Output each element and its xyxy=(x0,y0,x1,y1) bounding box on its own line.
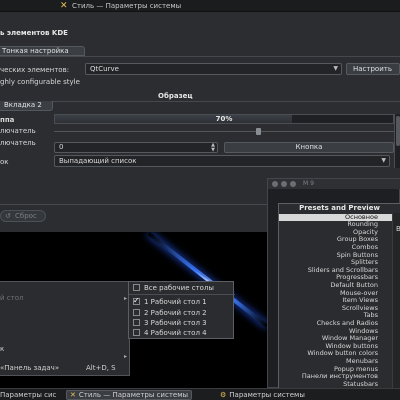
menu-item[interactable]: к xyxy=(0,345,4,353)
menu-item-label: й стол xyxy=(0,294,24,302)
tab-2[interactable]: Вкладка 2 xyxy=(0,101,53,111)
spin-box[interactable]: 0 ▲ ▼ xyxy=(54,142,218,153)
close-window-button[interactable] xyxy=(272,181,278,187)
menu-item-desktop-4[interactable]: 4 Рабочий стол 4 xyxy=(133,328,207,338)
widget-style-combo[interactable]: QtCurve ▼ xyxy=(85,63,342,75)
menu-item-desktop-2[interactable]: 2 Рабочий стол 2 xyxy=(133,308,207,318)
presets-list: Presets and Preview Основное Rounding Opac… xyxy=(278,203,400,400)
tab-fine-tuning[interactable]: Тонкая настройка xyxy=(0,46,85,56)
side-label: В xyxy=(396,225,400,233)
taskbar-item-label: Стиль — Параметры системы xyxy=(78,391,189,399)
preview-divider xyxy=(0,101,400,102)
menu-item-label: 3 Рабочий стол 3 xyxy=(144,319,207,327)
configure-button[interactable]: Настроить xyxy=(346,63,400,75)
config-title: M 9 xyxy=(303,180,314,187)
chevron-right-icon: ▸ xyxy=(123,353,127,360)
checkbox-icon xyxy=(133,328,140,336)
config-title-bar[interactable]: M 9 xyxy=(268,179,400,189)
menu-separator xyxy=(129,294,235,295)
maximize-window-button[interactable] xyxy=(290,181,296,187)
taskbar-item-settings[interactable]: Параметры сис xyxy=(0,390,56,400)
widget-style-label: ческих элементов: xyxy=(0,66,70,74)
combo-label: ок xyxy=(0,158,9,166)
taskbar: Параметры сис ✕ Стиль — Параметры системы… xyxy=(0,388,400,400)
chevron-down-icon: ▼ xyxy=(381,157,386,164)
taskbar-item-system-settings[interactable]: ⚙ Параметры системы xyxy=(220,390,305,400)
menu-item-label: Все рабочие столы xyxy=(144,284,214,292)
menu-item-label: к xyxy=(0,345,5,353)
preview-title: Образец xyxy=(158,92,193,100)
slider-track[interactable] xyxy=(54,131,394,132)
section-heading: ь элементов KDE xyxy=(0,29,68,37)
settings-app-icon: ⚙ xyxy=(220,391,227,399)
minimize-window-button[interactable] xyxy=(281,181,287,187)
tab-divider xyxy=(0,56,400,57)
bottom-divider xyxy=(0,204,270,205)
taskbar-item-style[interactable]: ✕ Стиль — Параметры системы xyxy=(66,390,193,400)
menu-item-label: «Панель задач» xyxy=(0,364,60,372)
scrollbar-thumb[interactable] xyxy=(396,116,400,146)
checkbox-icon xyxy=(133,308,140,316)
chevron-down-icon: ▼ xyxy=(333,65,338,72)
desktops-submenu: Все рабочие столы 1 Рабочий стол 1 2 Раб… xyxy=(128,281,235,339)
menu-item-taskbar[interactable]: «Панель задач» xyxy=(0,364,59,372)
preset-item[interactable]: Основное xyxy=(279,213,400,222)
preview-scrollbar[interactable] xyxy=(394,114,400,168)
reset-icon: ↺ xyxy=(5,212,11,220)
group-box-label: ппа xyxy=(0,116,15,124)
taskbar-item-label: Параметры системы xyxy=(229,391,305,399)
checkbox-icon xyxy=(133,318,140,326)
push-button[interactable]: Кнопка xyxy=(224,142,394,153)
dropdown-combo[interactable]: Выпадающий список ▼ xyxy=(54,155,390,167)
dropdown-value: Выпадающий список xyxy=(59,157,137,165)
checkmark-icon xyxy=(133,296,140,306)
taskbar-item-label: Параметры сис xyxy=(0,391,57,399)
progress-bar: 70% xyxy=(54,114,394,124)
chevron-right-icon: ▸ xyxy=(123,295,127,302)
presets-scrollbar[interactable] xyxy=(392,213,400,390)
widget-style-value: QtCurve xyxy=(90,65,119,73)
style-description: ghly configurable style xyxy=(0,78,80,86)
menu-item-label: 2 Рабочий стол 2 xyxy=(144,309,207,317)
context-menu: й стол ▸ к ▸ «Панель задач» Alt+D, S xyxy=(0,281,130,376)
progress-text: 70% xyxy=(215,115,233,123)
reset-label: Сброс xyxy=(15,212,37,220)
spin-arrows-icon[interactable]: ▲ ▼ xyxy=(211,143,215,153)
menu-shortcut: Alt+D, S xyxy=(86,364,116,372)
menu-item-desktop-3[interactable]: 3 Рабочий стол 3 xyxy=(133,318,207,328)
radio-button-2[interactable]: лючатель xyxy=(0,139,36,147)
reset-button[interactable]: ↺ Сброс xyxy=(0,210,46,222)
menu-item-desktop[interactable]: й стол xyxy=(0,294,23,302)
menu-item-desktop-1[interactable]: 1 Рабочий стол 1 xyxy=(133,296,207,307)
checkbox-icon xyxy=(133,283,140,291)
slider-handle[interactable] xyxy=(256,128,261,135)
menu-item-label: 1 Рабочий стол 1 xyxy=(144,298,207,306)
window-title: Стиль — Параметры системы xyxy=(72,2,182,10)
spin-value: 0 xyxy=(59,143,64,151)
menu-item-all-desktops[interactable]: Все рабочие столы xyxy=(133,283,214,293)
style-app-icon: ✕ xyxy=(70,391,76,399)
radio-button-1[interactable]: лючатель xyxy=(0,127,36,135)
style-app-icon: ✕ xyxy=(60,1,68,11)
title-bar[interactable]: ✕ Стиль — Параметры системы xyxy=(0,0,400,12)
qtcurve-config-window: M 9 Presets and Preview Основное Rounding… xyxy=(267,178,400,400)
menu-item-label: 4 Рабочий стол 4 xyxy=(144,329,207,337)
presets-header: Presets and Preview xyxy=(299,204,380,212)
